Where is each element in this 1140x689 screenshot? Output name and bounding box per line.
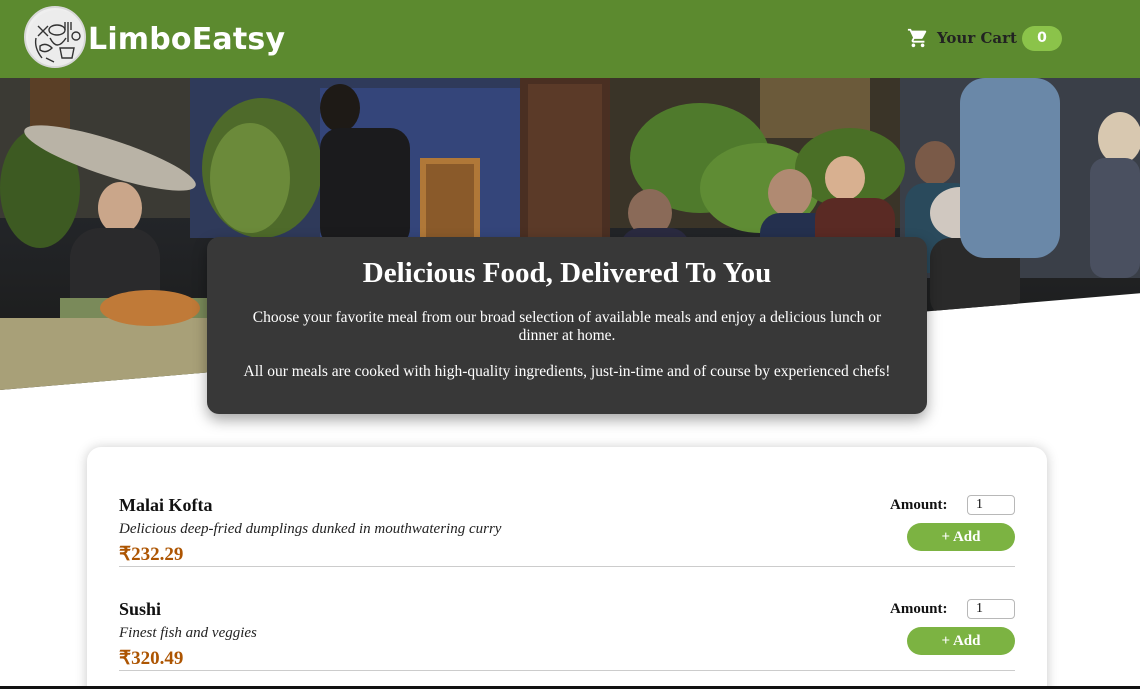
amount-input[interactable]	[967, 495, 1015, 515]
summary-title: Delicious Food, Delivered To You	[362, 257, 772, 289]
meal-name: Malai Kofta	[119, 495, 213, 515]
summary-paragraph-1: Choose your favorite meal from our broad…	[252, 309, 882, 344]
summary-card: Delicious Food, Delivered To You Choose …	[207, 237, 927, 414]
amount-label: Amount:	[890, 497, 948, 513]
cart-icon	[907, 28, 927, 48]
cart-count-badge: 0	[1022, 26, 1062, 51]
meal-item: Sushi Finest fish and veggies ₹320.49 Am…	[119, 567, 1015, 671]
meal-description: Finest fish and veggies	[119, 625, 257, 641]
meal-price: ₹320.49	[119, 648, 184, 669]
app-header: LimboEatsy Your Cart 0	[0, 0, 1140, 78]
meal-name: Sushi	[119, 599, 162, 619]
meal-price: ₹232.29	[119, 544, 184, 565]
meals-list: Malai Kofta Delicious deep-fried dumplin…	[87, 447, 1047, 689]
cart-button[interactable]: Your Cart 0	[898, 22, 1068, 54]
cart-label: Your Cart	[937, 29, 1017, 47]
amount-input[interactable]	[967, 599, 1015, 619]
add-button[interactable]: + Add	[907, 523, 1015, 551]
amount-label: Amount:	[890, 601, 948, 617]
restaurant-logo[interactable]	[24, 6, 86, 68]
brand-name: LimboEatsy	[88, 22, 286, 57]
meal-description: Delicious deep-fried dumplings dunked in…	[119, 521, 502, 537]
summary-paragraph-2: All our meals are cooked with high-quali…	[243, 363, 891, 380]
add-button[interactable]: + Add	[907, 627, 1015, 655]
meal-item: Malai Kofta Delicious deep-fried dumplin…	[119, 463, 1015, 567]
